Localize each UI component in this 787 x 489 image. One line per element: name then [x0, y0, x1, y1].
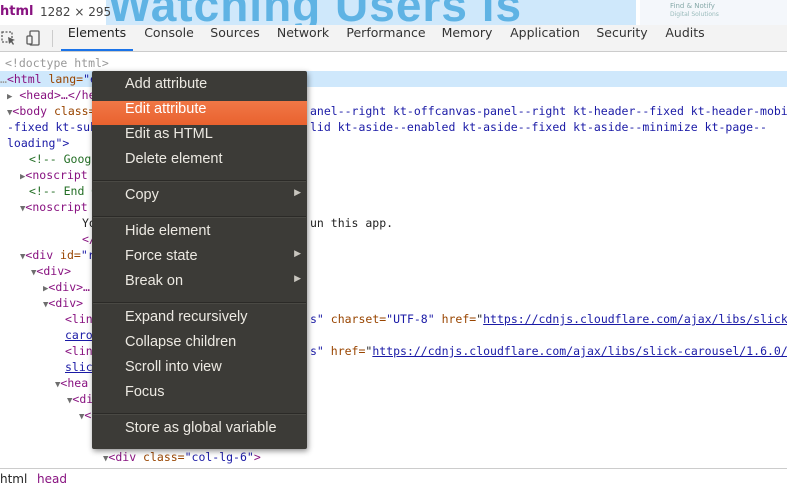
tree-node-div[interactable]: ▼<: [79, 407, 91, 423]
tab-application[interactable]: Application: [505, 25, 585, 51]
body-class-value-3: loading">: [7, 136, 70, 150]
menu-item-store-as-global-variable[interactable]: Store as global variable: [92, 420, 307, 444]
breadcrumb-head[interactable]: head: [37, 472, 67, 486]
tab-security[interactable]: Security: [593, 25, 651, 51]
context-menu: Add attribute Edit attribute Edit as HTM…: [92, 71, 307, 449]
page-logo-line1: Find & Notify: [670, 2, 715, 10]
page-logo-line2: Digital Solutions: [670, 11, 719, 18]
tree-node-doctype[interactable]: <!doctype html>: [5, 55, 109, 71]
devtools-toolbar: Elements Console Sources Network Perform…: [0, 25, 787, 52]
href-link-cont[interactable]: caro: [65, 327, 93, 343]
breadcrumb: html head: [0, 468, 787, 489]
text-node-rest: un this app.: [310, 216, 394, 230]
menu-item-copy[interactable]: Copy ▶: [92, 187, 307, 211]
tree-node-div-collapsed[interactable]: ▶<div>…: [43, 279, 90, 295]
tree-node-html[interactable]: …<html lang="en: [0, 71, 104, 87]
tree-node-noscript-2[interactable]: ▼<noscript: [20, 199, 88, 215]
tree-node-link[interactable]: <lin: [65, 311, 93, 327]
tree-node-body[interactable]: ▼<body class=: [7, 103, 96, 119]
tree-node-div[interactable]: ▼<di: [67, 391, 93, 407]
tree-node-div-col[interactable]: ▼<div class="col-lg-6">: [103, 449, 261, 465]
breadcrumb-html[interactable]: html: [0, 472, 27, 486]
toolbar-separator: [52, 30, 53, 47]
menu-item-force-state[interactable]: Force state ▶: [92, 248, 307, 272]
tree-node-header[interactable]: ▼<hea: [55, 375, 88, 391]
submenu-arrow-icon: ▶: [294, 248, 301, 258]
menu-item-edit-attribute[interactable]: Edit attribute: [92, 101, 307, 125]
menu-separator: [93, 180, 306, 182]
menu-item-focus[interactable]: Focus: [92, 384, 307, 408]
menu-separator: [93, 413, 306, 415]
menu-item-copy-label: Copy: [125, 187, 159, 203]
tab-elements[interactable]: Elements: [61, 25, 133, 51]
tree-node-noscript[interactable]: ▶<noscript: [20, 167, 88, 183]
inspect-element-icon[interactable]: [1, 30, 17, 46]
tree-node-comment[interactable]: <!-- End G: [29, 183, 98, 199]
menu-item-hide-element[interactable]: Hide element: [92, 223, 307, 247]
menu-item-force-state-label: Force state: [125, 248, 198, 264]
tab-sources[interactable]: Sources: [206, 25, 264, 51]
menu-item-break-on[interactable]: Break on ▶: [92, 273, 307, 297]
page-logo: Find & Notify Digital Solutions: [640, 0, 787, 25]
menu-separator: [93, 302, 306, 304]
body-class-value-2b: lid kt-aside--enabled kt-aside--fixed kt…: [310, 120, 767, 134]
submenu-arrow-icon: ▶: [294, 187, 301, 197]
dots-icon: …: [0, 72, 7, 86]
menu-item-edit-as-html[interactable]: Edit as HTML: [92, 126, 307, 150]
menu-item-collapse-children[interactable]: Collapse children: [92, 334, 307, 358]
device-toolbar-icon[interactable]: [26, 30, 42, 46]
tree-node-div[interactable]: ▼<div>: [31, 263, 71, 279]
tree-node-link[interactable]: <lin: [65, 343, 93, 359]
menu-item-expand-recursively[interactable]: Expand recursively: [92, 309, 307, 333]
inspected-page-strip: Watching Users is Find & Notify Digital …: [0, 0, 787, 25]
tab-memory[interactable]: Memory: [438, 25, 496, 51]
href-link[interactable]: https://cdnjs.cloudflare.com/ajax/libs/s…: [372, 344, 787, 358]
menu-separator: [93, 216, 306, 218]
tab-performance[interactable]: Performance: [343, 25, 429, 51]
expand-triangle-icon[interactable]: ▶: [7, 92, 12, 102]
tree-node-comment[interactable]: <!-- Googl: [29, 151, 98, 167]
menu-item-scroll-into-view[interactable]: Scroll into view: [92, 359, 307, 383]
body-class-value-2a: -fixed kt-sub: [7, 120, 98, 134]
submenu-arrow-icon: ▶: [294, 273, 301, 283]
tab-network[interactable]: Network: [272, 25, 334, 51]
tree-node-head-collapsed[interactable]: ▶ <head>…</hea: [7, 87, 102, 103]
link-attrs: s" charset="UTF-8" href="https://cdnjs.c…: [310, 311, 787, 327]
menu-item-break-on-label: Break on: [125, 273, 184, 289]
page-headline: Watching Users is: [108, 0, 522, 25]
body-class-value: anel--right kt-offcanvas-panel--right kt…: [310, 104, 787, 118]
menu-item-delete-element[interactable]: Delete element: [92, 151, 307, 175]
tree-node-div-root[interactable]: ▼<div id="r: [20, 247, 95, 263]
tooltip-dimensions: 1282 × 295: [40, 5, 112, 19]
href-link-cont[interactable]: slic: [65, 359, 93, 375]
href-link[interactable]: https://cdnjs.cloudflare.com/ajax/libs/s…: [483, 312, 787, 326]
tab-console[interactable]: Console: [140, 25, 198, 51]
tooltip-tag-name: html: [0, 4, 34, 19]
tree-node-div[interactable]: ▼<div>: [43, 295, 83, 311]
menu-item-add-attribute[interactable]: Add attribute: [92, 76, 307, 100]
link-attrs: s" href="https://cdnjs.cloudflare.com/aj…: [310, 344, 787, 358]
tab-audits[interactable]: Audits: [661, 25, 709, 51]
